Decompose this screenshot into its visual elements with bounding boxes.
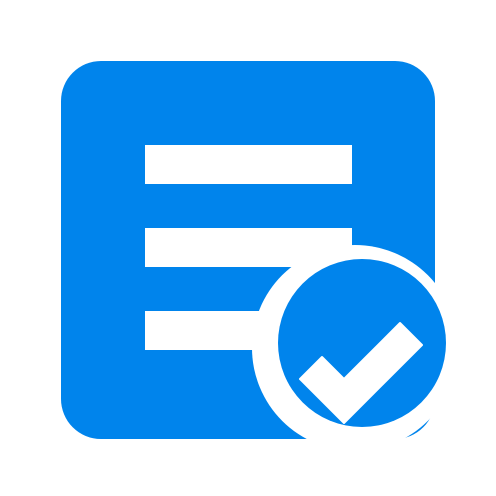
text-line-2 — [145, 228, 352, 267]
document-check-icon — [0, 0, 496, 496]
document-check-svg — [61, 61, 446, 439]
text-line-1 — [145, 145, 352, 184]
